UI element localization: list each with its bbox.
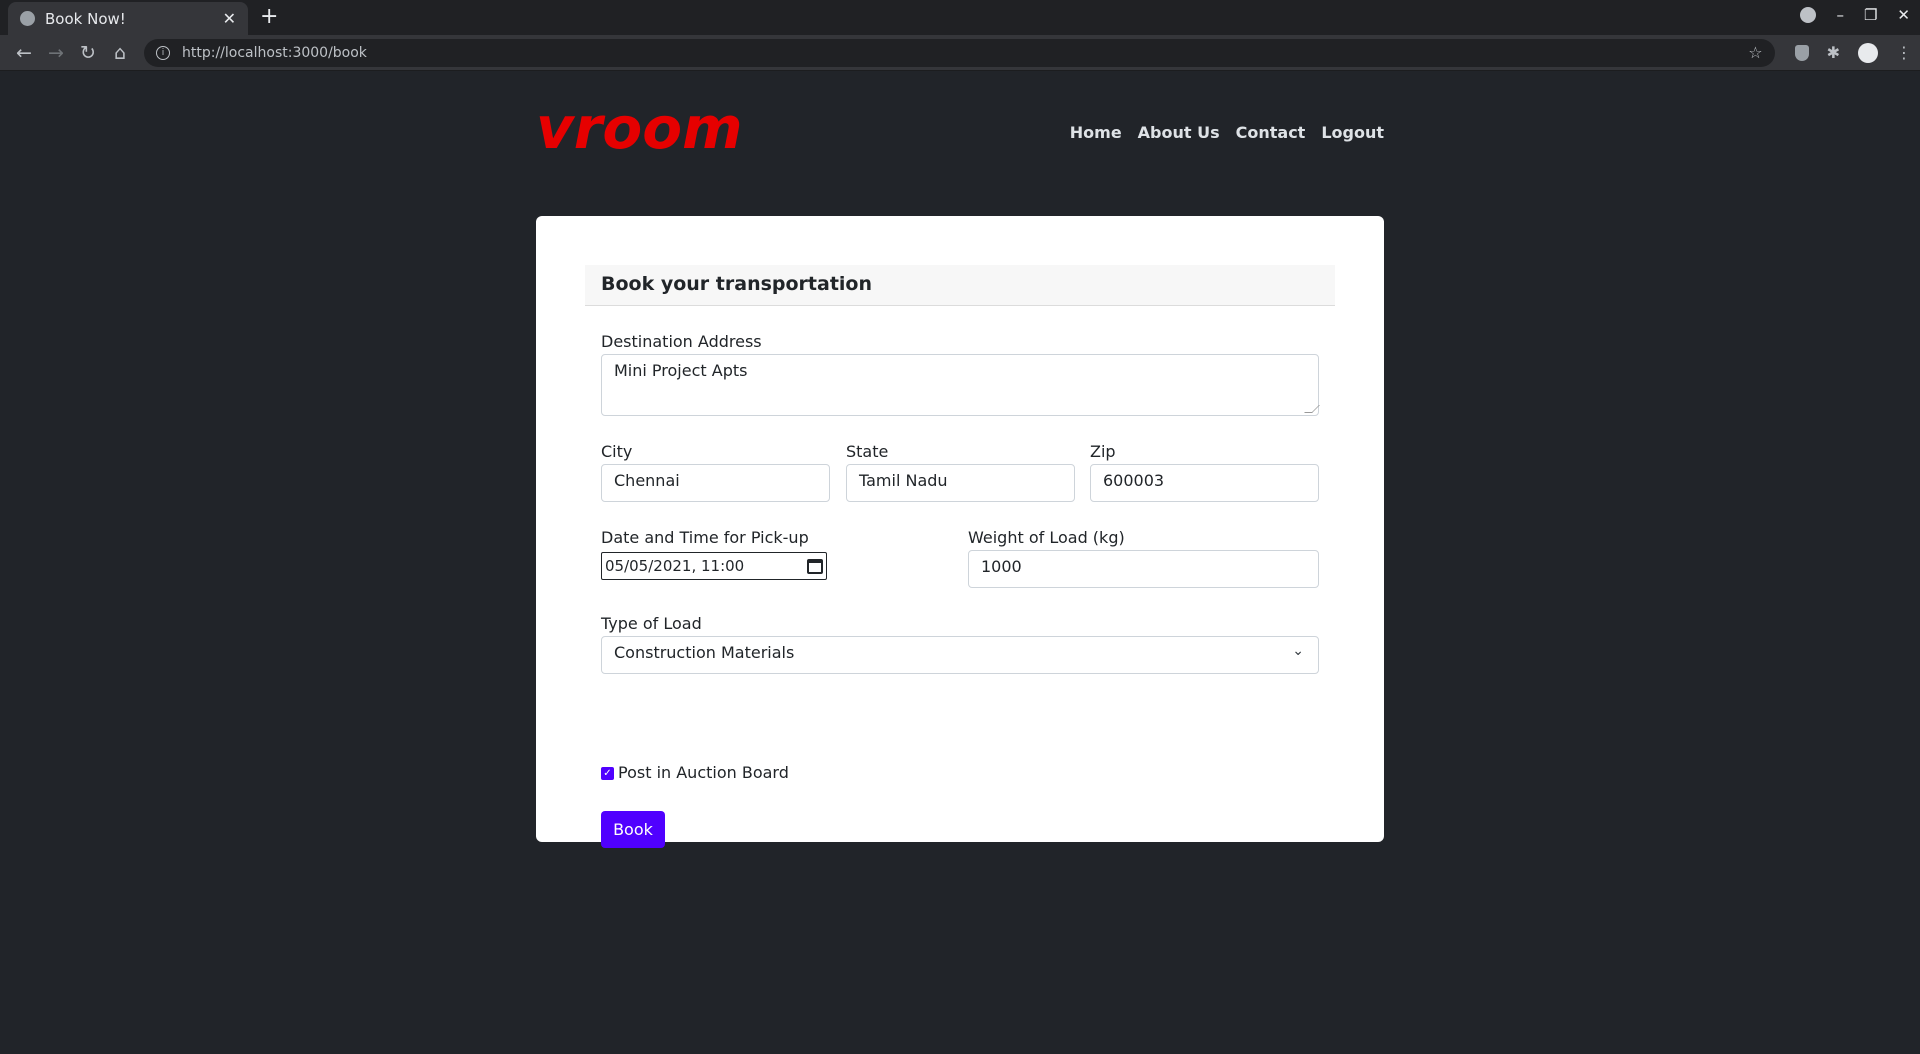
reload-icon[interactable]: ↻ (72, 42, 104, 64)
info-icon[interactable]: i (156, 45, 170, 60)
calendar-icon[interactable] (807, 558, 823, 574)
destination-textarea[interactable]: Mini Project Apts (601, 354, 1320, 416)
browser-tabbar: Book Now! ✕ + – ❐ ✕ (0, 0, 1920, 35)
restore-icon[interactable]: ❐ (1864, 6, 1877, 24)
zip-label: Zip (1090, 442, 1116, 461)
puzzle-extensions-icon[interactable]: ✱ (1827, 43, 1840, 62)
destination-label: Destination Address (601, 332, 762, 351)
tab-title: Book Now! (45, 9, 126, 28)
profile-avatar-icon[interactable] (1858, 42, 1878, 63)
minimize-icon[interactable]: – (1836, 6, 1844, 24)
new-tab-icon[interactable]: + (260, 4, 278, 29)
chevron-down-icon: ⌄ (1292, 643, 1304, 659)
main-nav: Home About Us Contact Logout (1070, 123, 1384, 142)
weight-label: Weight of Load (kg) (968, 528, 1125, 547)
state-label: State (846, 442, 889, 461)
nav-logout[interactable]: Logout (1321, 123, 1384, 142)
datetime-label: Date and Time for Pick-up (601, 528, 809, 547)
url-text[interactable]: http://localhost:3000/book (182, 45, 1748, 61)
extensions-area: ✱ ⋮ (1794, 42, 1912, 63)
window-controls: – ❐ ✕ (1800, 6, 1910, 24)
load-type-select[interactable]: Construction Materials ⌄ (601, 636, 1319, 674)
city-input[interactable]: Chennai (601, 464, 830, 502)
back-icon[interactable]: ← (8, 42, 40, 64)
form-title: Book your transportation (585, 265, 1335, 306)
address-bar[interactable]: i http://localhost:3000/book ☆ (144, 38, 1775, 67)
weight-input[interactable]: 1000 (968, 550, 1319, 588)
auction-checkbox[interactable]: ✓ (601, 767, 614, 780)
logo-text: vroom (536, 106, 740, 156)
close-window-icon[interactable]: ✕ (1897, 6, 1910, 24)
datetime-value: 05/05/2021, 11:00 (605, 557, 745, 575)
nav-about[interactable]: About Us (1138, 123, 1220, 142)
nav-contact[interactable]: Contact (1236, 123, 1306, 142)
nav-home[interactable]: Home (1070, 123, 1122, 142)
datetime-input[interactable]: 05/05/2021, 11:00 (601, 552, 827, 580)
shield-extension-icon[interactable] (1794, 44, 1809, 61)
destination-value: Mini Project Apts (614, 361, 748, 380)
browser-tab[interactable]: Book Now! ✕ (8, 2, 248, 35)
browser-toolbar: ← → ↻ ⌂ i http://localhost:3000/book ☆ ✱… (0, 35, 1920, 71)
booking-card: Book your transportation Destination Add… (536, 216, 1384, 848)
vroom-logo-mark: vroom (536, 94, 743, 162)
load-type-value: Construction Materials (614, 643, 795, 662)
load-type-label: Type of Load (601, 614, 702, 633)
city-label: City (601, 442, 633, 461)
zip-input[interactable]: 600003 (1090, 464, 1319, 502)
resize-handle-icon[interactable] (1304, 405, 1320, 413)
menu-dots-icon[interactable]: ⋮ (1896, 43, 1912, 62)
home-icon[interactable]: ⌂ (104, 42, 136, 64)
state-input[interactable]: Tamil Nadu (846, 464, 1075, 502)
forward-icon[interactable]: → (40, 42, 72, 64)
auction-label[interactable]: Post in Auction Board (618, 763, 789, 782)
vroom-logo[interactable]: vroom (536, 94, 743, 162)
close-tab-icon[interactable]: ✕ (223, 9, 236, 28)
globe-icon (20, 11, 35, 26)
page: vroom Home About Us Contact Logout Book … (0, 71, 1920, 1054)
book-button[interactable]: Book (601, 811, 665, 848)
bookmark-star-icon[interactable]: ☆ (1748, 43, 1762, 62)
tab-search-icon[interactable] (1800, 7, 1817, 23)
